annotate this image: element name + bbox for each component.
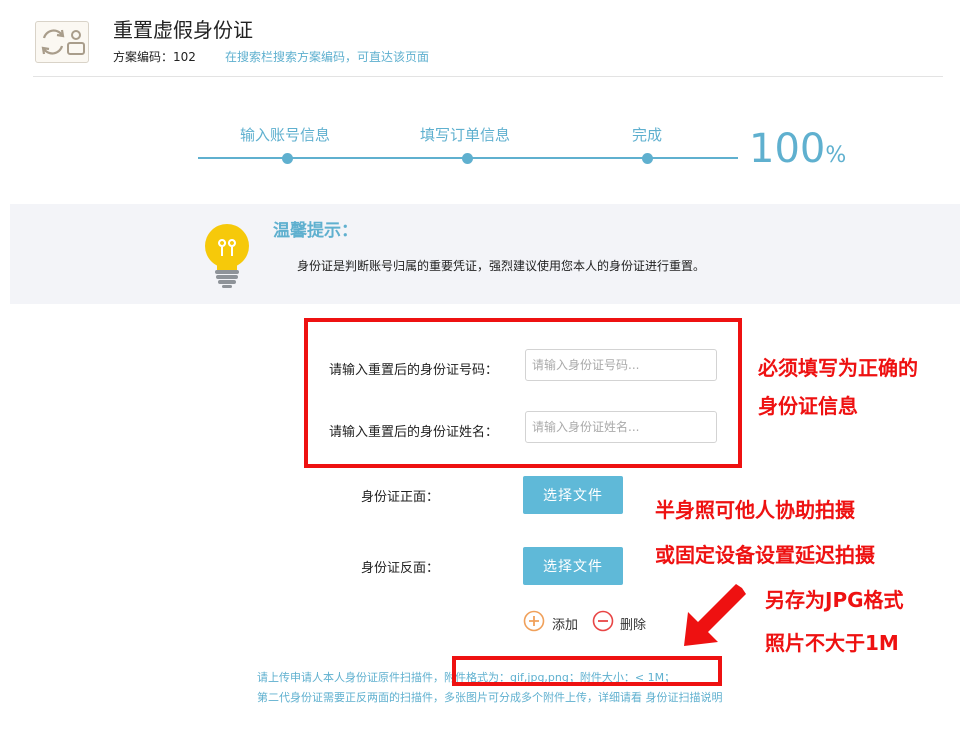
plan-code: 方案编码：102 [113, 50, 196, 64]
step-dot-2 [462, 153, 473, 164]
add-label[interactable]: 添加 [552, 614, 578, 633]
choose-file-back-button[interactable]: 选择文件 [523, 547, 623, 585]
step-account-info: 输入账号信息 [240, 126, 331, 144]
annotation-format-note-line2: 照片不大于1M [765, 631, 899, 655]
add-attachment-button[interactable] [523, 610, 545, 636]
annotation-id-note-line2: 身份证信息 [758, 394, 858, 418]
step-dot-1 [282, 153, 293, 164]
id-back-label: 身份证反面： [361, 561, 440, 576]
progress-unit: % [825, 143, 847, 168]
annotation-box-id-info [304, 318, 742, 468]
lightbulb-icon [202, 222, 252, 294]
step-complete: 完成 [632, 126, 663, 144]
step-dot-3 [642, 153, 653, 164]
page-title: 重置虚假身份证 [113, 18, 253, 42]
minus-circle-icon [592, 610, 614, 632]
progress-percent: 100% [749, 126, 846, 179]
progress-value: 100 [749, 126, 826, 172]
annotation-arrow-icon [680, 580, 750, 654]
upload-note-line2-text: 第二代身份证需要正反两面的扫描件，多张图片可分成多个附件上传，详细请看 [257, 691, 646, 704]
tip-title: 温馨提示： [273, 221, 358, 241]
annotation-box-formats [452, 656, 722, 686]
search-hint-link[interactable]: 在搜索栏搜索方案编码，可直达该页面 [225, 48, 429, 65]
plus-circle-icon [523, 610, 545, 632]
step-order-info: 填写订单信息 [420, 126, 511, 144]
delete-attachment-button[interactable] [592, 610, 614, 636]
choose-file-front-button[interactable]: 选择文件 [523, 476, 623, 514]
upload-note-prefix: 请上传申请人本人身份证原件扫描件， [257, 671, 444, 684]
id-front-label: 身份证正面： [361, 490, 440, 505]
header-divider [33, 76, 943, 77]
annotation-format-note-line1: 另存为JPG格式 [765, 588, 904, 612]
upload-note-line2: 第二代身份证需要正反两面的扫描件，多张图片可分成多个附件上传，详细请看 身份证扫… [257, 689, 723, 705]
annotation-photo-note-line2: 或固定设备设置延迟拍摄 [655, 543, 875, 567]
reset-card-icon [35, 21, 89, 63]
tip-text: 身份证是判断账号归属的重要凭证，强烈建议使用您本人的身份证进行重置。 [297, 259, 706, 273]
annotation-id-note-line1: 必须填写为正确的 [758, 356, 918, 380]
delete-label[interactable]: 删除 [620, 614, 646, 633]
scan-guide-link[interactable]: 身份证扫描说明 [646, 691, 723, 704]
annotation-photo-note-line1: 半身照可他人协助拍摄 [655, 498, 855, 522]
tip-panel [10, 204, 960, 304]
